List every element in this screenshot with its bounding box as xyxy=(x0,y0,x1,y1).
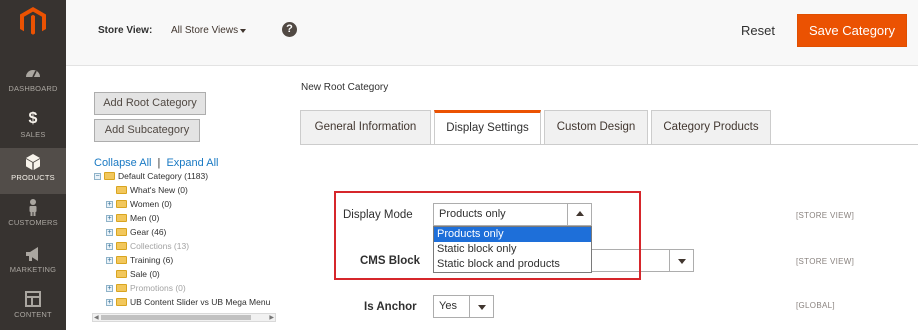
nav-item-customers[interactable]: CUSTOMERS xyxy=(0,196,66,242)
collapse-all-link[interactable]: Collapse All xyxy=(94,157,151,169)
tree-node-label: UB Content Slider vs UB Mega Menu xyxy=(130,297,271,307)
category-tree: − Default Category (1183) What's New (0)… xyxy=(92,170,276,322)
tree-node-label: Sale (0) xyxy=(130,269,160,279)
store-view-switcher[interactable]: All Store Views xyxy=(171,25,238,36)
nav-label: CUSTOMERS xyxy=(8,218,58,227)
cube-icon xyxy=(26,154,40,170)
expand-toggle-icon[interactable]: + xyxy=(106,243,113,250)
folder-icon xyxy=(116,228,127,236)
nav-item-content[interactable]: CONTENT xyxy=(0,288,66,330)
page-title: New Root Category xyxy=(301,82,389,93)
folder-icon xyxy=(116,200,127,208)
tree-node-label: Women (0) xyxy=(130,199,172,209)
expand-all-link[interactable]: Expand All xyxy=(166,157,218,169)
expand-toggle-icon[interactable]: − xyxy=(94,173,101,180)
dropdown-toggle[interactable] xyxy=(669,250,693,271)
separator: | xyxy=(157,157,161,169)
nav-label: SALES xyxy=(20,130,46,139)
store-view-label: Store View: xyxy=(98,25,153,36)
nav-label: DASHBOARD xyxy=(8,84,58,93)
expand-toggle-icon[interactable]: + xyxy=(106,257,113,264)
save-category-button[interactable]: Save Category xyxy=(797,14,907,47)
help-icon[interactable]: ? xyxy=(282,22,297,37)
add-root-category-button[interactable]: Add Root Category xyxy=(94,92,206,115)
expand-toggle-icon[interactable]: + xyxy=(106,285,113,292)
scroll-right-icon[interactable]: ▶ xyxy=(269,315,274,321)
nav-label: MARKETING xyxy=(9,265,57,274)
tab-display-settings[interactable]: Display Settings xyxy=(434,110,541,145)
person-icon xyxy=(29,199,37,216)
tree-node[interactable]: − Default Category (1183) xyxy=(94,170,209,183)
tree-node[interactable]: Sale (0) xyxy=(116,268,160,281)
folder-icon xyxy=(116,270,127,278)
is-anchor-label: Is Anchor xyxy=(364,301,417,313)
expand-toggle-icon[interactable]: + xyxy=(106,229,113,236)
add-subcategory-button[interactable]: Add Subcategory xyxy=(94,119,200,142)
tree-node-label: Collections (13) xyxy=(130,241,190,251)
tree-node[interactable]: + Women (0) xyxy=(106,198,172,211)
folder-icon xyxy=(104,172,115,180)
folder-icon xyxy=(116,256,127,264)
chevron-down-icon xyxy=(478,305,486,310)
tree-controls: Collapse All | Expand All xyxy=(94,157,218,169)
tree-node[interactable]: + Collections (13) xyxy=(106,240,190,253)
folder-icon xyxy=(116,298,127,306)
chevron-down-icon xyxy=(678,259,686,264)
scope-label: [STORE VIEW] xyxy=(796,257,855,266)
nav-label: CONTENT xyxy=(14,310,52,319)
expand-toggle-icon[interactable]: + xyxy=(106,201,113,208)
tree-node-label: Promotions (0) xyxy=(130,283,186,293)
magento-logo-icon[interactable] xyxy=(18,6,48,36)
folder-icon xyxy=(116,186,127,194)
scroll-left-icon[interactable]: ◀ xyxy=(94,315,99,321)
admin-sidebar: DASHBOARD $ SALES PRODUCTS CUSTOMERS MAR… xyxy=(0,0,66,330)
highlight-box xyxy=(334,191,641,280)
tree-node[interactable]: + Gear (46) xyxy=(106,226,167,239)
scrollbar-thumb[interactable] xyxy=(101,315,251,320)
tree-node-label: Default Category (1183) xyxy=(118,171,209,181)
tree-node-label: Gear (46) xyxy=(130,227,167,237)
tree-node-label: Training (6) xyxy=(130,255,174,265)
tab-general-information[interactable]: General Information xyxy=(300,110,431,145)
is-anchor-select[interactable]: Yes xyxy=(433,295,494,318)
tree-node-label: Men (0) xyxy=(130,213,160,223)
megaphone-icon xyxy=(26,247,38,261)
folder-icon xyxy=(116,242,127,250)
nav-label: PRODUCTS xyxy=(11,173,55,182)
nav-item-marketing[interactable]: MARKETING xyxy=(0,243,66,289)
tree-node[interactable]: + Men (0) xyxy=(106,212,160,225)
folder-icon xyxy=(116,284,127,292)
tree-node-label: What's New (0) xyxy=(130,185,188,195)
reset-button[interactable]: Reset xyxy=(741,23,775,38)
tree-node[interactable]: + Training (6) xyxy=(106,254,174,267)
page-header: Store View: All Store Views ? Reset Save… xyxy=(66,0,918,66)
dashboard-icon xyxy=(26,70,40,78)
dropdown-toggle[interactable] xyxy=(469,296,493,317)
tree-horizontal-scrollbar[interactable]: ◀ ▶ xyxy=(92,313,276,322)
tab-category-products[interactable]: Category Products xyxy=(651,110,771,145)
layout-icon xyxy=(25,291,41,307)
tab-divider xyxy=(300,144,918,145)
expand-toggle-icon[interactable]: + xyxy=(106,215,113,222)
chevron-down-icon[interactable] xyxy=(240,29,246,33)
dollar-icon: $ xyxy=(28,110,38,127)
tree-node[interactable]: + UB Content Slider vs UB Mega Menu xyxy=(106,296,271,309)
nav-item-products[interactable]: PRODUCTS xyxy=(0,148,66,194)
scope-label: [STORE VIEW] xyxy=(796,211,855,220)
tree-node[interactable]: What's New (0) xyxy=(116,184,188,197)
folder-icon xyxy=(116,214,127,222)
is-anchor-value: Yes xyxy=(439,300,457,312)
nav-item-dashboard[interactable]: DASHBOARD xyxy=(0,62,66,108)
expand-toggle-icon[interactable]: + xyxy=(106,299,113,306)
scope-label: [GLOBAL] xyxy=(796,301,835,310)
tree-node[interactable]: + Promotions (0) xyxy=(106,282,186,295)
tab-custom-design[interactable]: Custom Design xyxy=(544,110,648,145)
